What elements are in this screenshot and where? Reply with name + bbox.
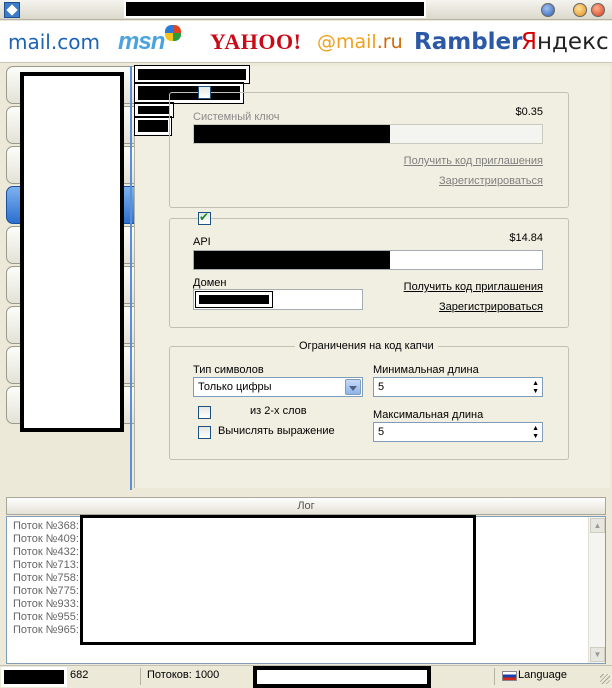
service-2-register-link[interactable]: Зарегистрироваться xyxy=(363,301,543,313)
system-key-input[interactable] xyxy=(193,124,543,144)
scroll-down-icon[interactable]: ▼ xyxy=(590,647,605,662)
log-line: Поток №758: xyxy=(13,572,79,584)
symbol-type-value: Только цифры xyxy=(198,381,272,393)
resize-grip-icon[interactable] xyxy=(600,674,610,684)
system-key-redacted xyxy=(194,125,390,143)
status-threads: Потоков: 1000 xyxy=(147,669,220,681)
close-button[interactable] xyxy=(591,3,605,17)
calc-expression-checkbox[interactable] xyxy=(198,426,211,439)
status-count: 682 xyxy=(70,669,89,681)
service-1-enable-checkbox[interactable] xyxy=(198,86,211,99)
service-logo-bar: mail.com msn YAHOO! @mail.ru Rambler Янд… xyxy=(0,21,612,63)
spin-down-icon[interactable]: ▼ xyxy=(532,388,539,395)
log-line: Поток №432: xyxy=(13,546,79,558)
mailru-logo[interactable]: @mail.ru xyxy=(317,27,403,57)
status-divider xyxy=(140,668,141,685)
api-key-redacted xyxy=(194,251,390,269)
side-tab-labels-redacted xyxy=(20,72,124,432)
mailcom-logo[interactable]: mail.com xyxy=(8,27,100,57)
status-label-redacted xyxy=(1,667,67,687)
log-lines: Поток №368: Поток №409: Поток №432: Пото… xyxy=(13,520,79,637)
domain-label: Домен xyxy=(193,277,227,289)
yahoo-logo[interactable]: YAHOO! xyxy=(210,27,301,57)
service-2-invite-link[interactable]: Получить код приглашения xyxy=(363,281,543,293)
captcha-limits-legend: Ограничения на код капчи xyxy=(295,340,438,352)
msn-butterfly-icon xyxy=(165,25,182,41)
min-length-spinner[interactable]: 5 ▲ ▼ xyxy=(373,377,543,397)
title-bar[interactable] xyxy=(0,0,612,20)
api-key-input[interactable] xyxy=(193,250,543,270)
two-words-prefix-redacted xyxy=(134,116,172,136)
status-field-redacted xyxy=(253,666,431,688)
chevron-down-icon[interactable] xyxy=(345,379,361,395)
service-1-price: $0.35 xyxy=(515,106,543,118)
log-line: Поток №965: xyxy=(13,624,79,636)
service-1-invite-link[interactable]: Получить код приглашения xyxy=(363,155,543,167)
scroll-up-icon[interactable]: ▲ xyxy=(590,518,605,533)
yandex-logo[interactable]: Яндекс xyxy=(521,27,609,57)
max-length-spinner[interactable]: 5 ▲ ▼ xyxy=(373,422,543,442)
log-line: Поток №409: xyxy=(13,533,79,545)
two-words-checkbox[interactable] xyxy=(198,406,211,419)
api-label-redacted xyxy=(134,102,174,118)
log-line: Поток №955: xyxy=(13,611,79,623)
status-bar: 682 Потоков: 1000 Language xyxy=(0,665,612,688)
log-line: Поток №933: xyxy=(13,598,79,610)
side-tab-strip xyxy=(4,66,134,488)
api-key-label: API xyxy=(193,236,211,248)
log-line: Поток №713: xyxy=(13,559,79,571)
spin-down-icon[interactable]: ▼ xyxy=(532,433,539,440)
two-words-label: из 2-х слов xyxy=(250,405,307,417)
log-scrollbar[interactable]: ▲ ▼ xyxy=(588,517,605,663)
language-button[interactable]: Language xyxy=(518,669,567,681)
help-button[interactable] xyxy=(541,3,555,17)
app-icon xyxy=(4,2,20,18)
status-divider xyxy=(494,668,495,685)
min-length-label: Минимальная длина xyxy=(373,364,479,376)
symbol-type-select[interactable]: Только цифры xyxy=(193,377,363,397)
service-1-register-link[interactable]: Зарегистрироваться xyxy=(363,175,543,187)
log-content-redacted xyxy=(80,515,476,645)
minimize-button[interactable] xyxy=(573,3,587,17)
log-line: Поток №368: xyxy=(13,520,79,532)
service-2-price: $14.84 xyxy=(509,232,543,244)
min-length-value: 5 xyxy=(378,381,385,393)
log-header-button[interactable]: Лог xyxy=(6,497,606,515)
rambler-logo[interactable]: Rambler xyxy=(414,27,523,57)
max-length-value: 5 xyxy=(378,426,385,438)
russian-flag-icon[interactable] xyxy=(502,671,517,681)
domain-input[interactable] xyxy=(193,289,363,310)
symbol-type-label: Тип символов xyxy=(193,364,264,376)
service-2-enable-checkbox[interactable] xyxy=(198,210,211,225)
tab-divider xyxy=(130,66,132,490)
spin-up-icon[interactable]: ▲ xyxy=(532,380,539,387)
log-line: Поток №775: xyxy=(13,585,79,597)
spin-up-icon[interactable]: ▲ xyxy=(532,425,539,432)
captcha-settings-panel: Системный ключ $0.35 Получить код пригла… xyxy=(134,65,610,488)
msn-logo[interactable]: msn xyxy=(118,25,182,57)
domain-value-redacted xyxy=(195,291,273,308)
max-length-label: Максимальная длина xyxy=(373,409,484,421)
window-title-redacted xyxy=(124,0,426,18)
service-1-name-redacted xyxy=(134,65,250,84)
system-key-label: Системный ключ xyxy=(193,111,280,123)
calc-expression-label: Вычислять выражение xyxy=(218,425,335,437)
